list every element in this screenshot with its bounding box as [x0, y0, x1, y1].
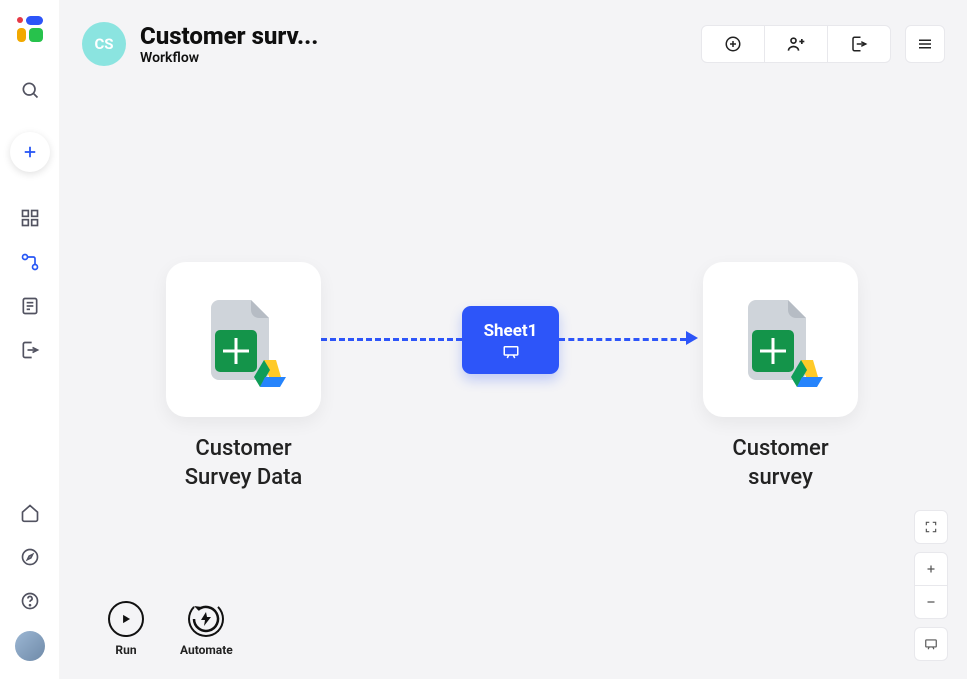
- destination-node[interactable]: Customer survey: [703, 262, 858, 492]
- google-sheets-icon: [746, 300, 816, 380]
- help-icon[interactable]: [10, 581, 50, 621]
- arrowhead-icon: [686, 331, 698, 345]
- google-sheets-icon: [209, 300, 279, 380]
- sheet-chip-label: Sheet1: [484, 321, 538, 341]
- automate-button[interactable]: Automate: [180, 601, 233, 657]
- zoom-in-button[interactable]: [914, 552, 948, 586]
- app-logo[interactable]: [15, 14, 45, 44]
- run-label: Run: [115, 643, 136, 657]
- add-button[interactable]: [10, 132, 50, 172]
- search-icon[interactable]: [10, 70, 50, 110]
- compass-icon[interactable]: [10, 537, 50, 577]
- zoom-panel: [914, 510, 948, 661]
- automate-label: Automate: [180, 643, 233, 657]
- main-canvas[interactable]: CS Customer surv... Workflow: [60, 0, 967, 679]
- source-node[interactable]: Customer Survey Data: [166, 262, 321, 492]
- connector-line: [559, 338, 686, 341]
- document-icon[interactable]: [10, 286, 50, 326]
- sidebar: [0, 0, 60, 679]
- export-icon[interactable]: [10, 330, 50, 370]
- node-label: Customer survey: [703, 435, 858, 492]
- presentation-mode-button[interactable]: [914, 627, 948, 661]
- grid-icon[interactable]: [10, 198, 50, 238]
- connector-line: [321, 338, 462, 341]
- footer-actions: Run Automate: [108, 601, 233, 657]
- home-icon[interactable]: [10, 493, 50, 533]
- run-button[interactable]: Run: [108, 601, 144, 657]
- presentation-icon: [502, 345, 520, 359]
- workflow-icon[interactable]: [10, 242, 50, 282]
- user-avatar[interactable]: [15, 631, 45, 661]
- zoom-out-button[interactable]: [914, 585, 948, 619]
- node-label: Customer Survey Data: [166, 435, 321, 492]
- fullscreen-button[interactable]: [914, 510, 948, 544]
- sheet-chip[interactable]: Sheet1: [462, 306, 559, 374]
